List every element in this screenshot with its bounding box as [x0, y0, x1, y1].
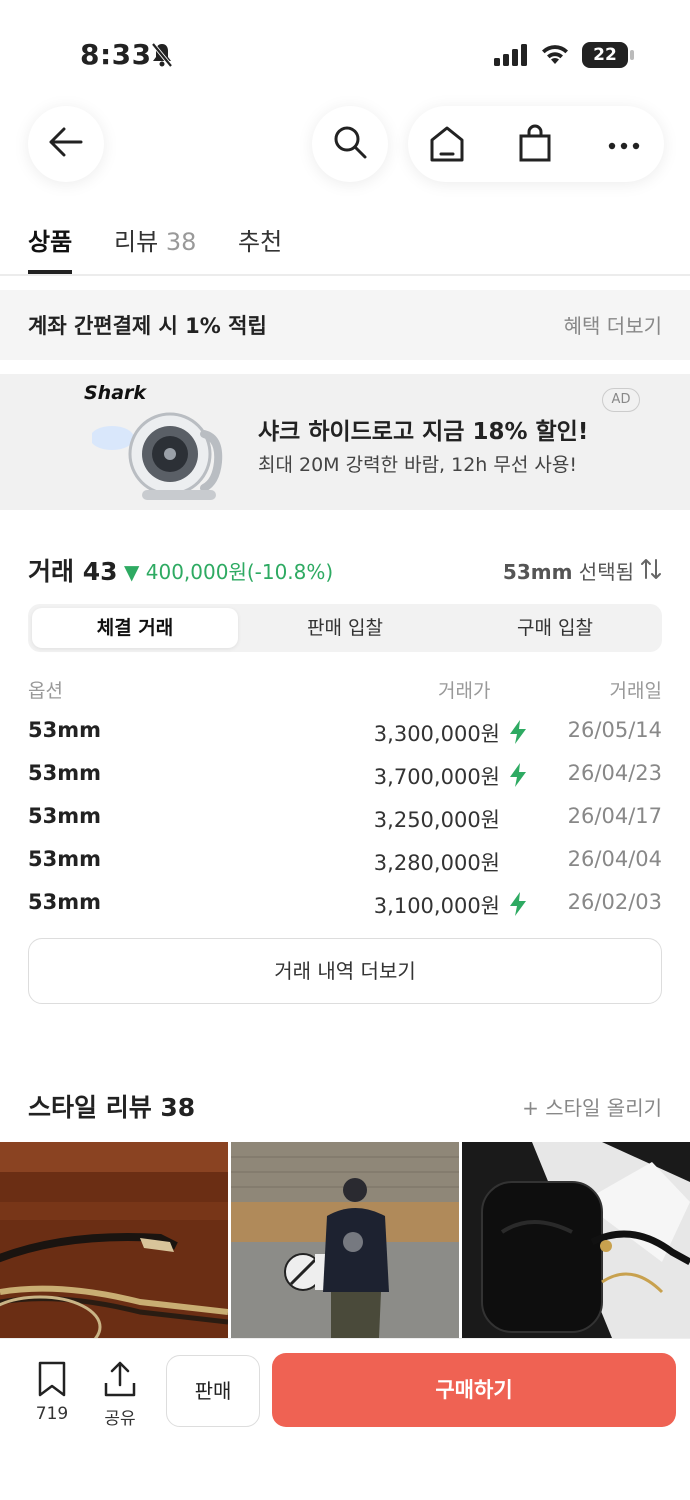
- more-options-icon[interactable]: [606, 136, 642, 155]
- share-icon: [103, 1361, 137, 1402]
- fan-product-image: [90, 396, 232, 510]
- back-button[interactable]: [28, 106, 104, 182]
- tab-review-count: 38: [165, 228, 197, 256]
- row-option: 53mm: [28, 761, 101, 785]
- buy-button[interactable]: 구매하기: [272, 1353, 676, 1427]
- row-price: 3,280,000원: [373, 851, 500, 875]
- style-review-title: 스타일 리뷰 38: [28, 1093, 196, 1122]
- sell-button[interactable]: 판매: [166, 1355, 260, 1427]
- active-tab-indicator: [28, 270, 72, 274]
- ad-headline: 샤크 하이드로고 지금 18% 할인!: [258, 419, 589, 445]
- row-price: 3,700,000원: [373, 765, 500, 789]
- table-row: 53mm 3,250,000원 26/04/17: [0, 804, 690, 844]
- ad-brand: Shark: [84, 382, 147, 404]
- benefit-more-link[interactable]: 혜택 더보기: [564, 310, 662, 339]
- column-price: 거래가: [438, 680, 491, 702]
- home-icon[interactable]: [428, 124, 466, 168]
- table-row: 53mm 3,700,000원 26/04/23: [0, 761, 690, 801]
- battery-indicator: 22: [582, 42, 628, 68]
- row-price: 3,100,000원: [373, 894, 500, 918]
- row-date: 26/04/23: [567, 761, 662, 785]
- ad-banner[interactable]: Shark 샤크 하이드로고 지금 18% 할인! 최대 20M 강력한 바람,…: [0, 374, 690, 510]
- quick-delivery-icon: [508, 763, 528, 792]
- bookmark-icon: [36, 1361, 68, 1402]
- tab-product-label: 상품: [28, 228, 73, 256]
- tab-product[interactable]: 상품: [28, 222, 72, 257]
- row-option: 53mm: [28, 804, 101, 828]
- status-time: 8:33: [80, 38, 152, 71]
- row-date: 26/05/14: [567, 718, 662, 742]
- row-date: 26/02/03: [567, 890, 662, 914]
- row-option: 53mm: [28, 847, 101, 871]
- quick-delivery-icon: [508, 892, 528, 921]
- style-review-photos: [0, 1142, 690, 1338]
- size-selector[interactable]: 53mm 선택됨: [503, 556, 634, 585]
- column-date: 거래일: [609, 680, 662, 702]
- price-change: ▼ 400,000원(-10.8%): [124, 560, 334, 584]
- trade-type-segment: 체결 거래 판매 입찰 구매 입찰: [28, 604, 662, 652]
- trade-header: 거래 43 ▼ 400,000원(-10.8%) 53mm 선택됨: [0, 550, 690, 590]
- row-date: 26/04/17: [567, 804, 662, 828]
- tab-review[interactable]: 리뷰 38: [114, 222, 196, 257]
- benefit-banner[interactable]: 계좌 간편결제 시 1% 적립 혜택 더보기: [0, 290, 690, 360]
- wifi-icon: [540, 42, 570, 70]
- top-action-group: [408, 106, 664, 182]
- style-photo-case[interactable]: [462, 1142, 690, 1338]
- tab-recommend[interactable]: 추천: [238, 222, 282, 257]
- tab-review-label: 리뷰: [114, 228, 159, 256]
- segment-sell-bids[interactable]: 판매 입찰: [242, 608, 448, 648]
- table-row: 53mm 3,100,000원 26/02/03: [0, 890, 690, 930]
- bell-muted-icon: [150, 42, 174, 72]
- trade-title: 거래 43: [28, 557, 118, 586]
- share-button[interactable]: 공유: [92, 1361, 148, 1429]
- style-photo-eyeglasses[interactable]: [0, 1142, 228, 1338]
- search-button[interactable]: [312, 106, 388, 182]
- shopping-bag-icon[interactable]: [516, 124, 554, 168]
- search-icon: [332, 124, 368, 164]
- row-option: 53mm: [28, 718, 101, 742]
- tab-recommend-label: 추천: [238, 228, 283, 256]
- bottom-action-bar: 719 공유 판매 구매하기: [0, 1338, 690, 1500]
- bookmark-count: 719: [35, 1404, 69, 1424]
- column-option: 옵션: [28, 680, 63, 702]
- bookmark-button[interactable]: 719: [24, 1361, 80, 1424]
- style-upload-link[interactable]: + 스타일 올리기: [522, 1092, 662, 1121]
- row-date: 26/04/04: [567, 847, 662, 871]
- selected-label: 선택됨: [572, 560, 634, 584]
- segment-concluded[interactable]: 체결 거래: [32, 608, 238, 648]
- table-row: 53mm 3,300,000원 26/05/14: [0, 718, 690, 758]
- table-row: 53mm 3,280,000원 26/04/04: [0, 847, 690, 887]
- row-price: 3,300,000원: [373, 722, 500, 746]
- sort-arrows-icon[interactable]: [640, 556, 662, 586]
- benefit-label: 계좌 간편결제 시 1% 적립: [28, 314, 267, 338]
- row-option: 53mm: [28, 890, 101, 914]
- arrow-left-icon: [48, 126, 84, 162]
- row-price: 3,250,000원: [373, 808, 500, 832]
- style-photo-person[interactable]: [231, 1142, 459, 1338]
- product-tabs: 상품 리뷰 38 추천: [0, 206, 690, 276]
- segment-buy-bids[interactable]: 구매 입찰: [452, 608, 658, 648]
- cellular-signal-icon: [494, 44, 528, 70]
- quick-delivery-icon: [508, 720, 528, 749]
- status-bar: 8:33 22: [0, 0, 690, 100]
- trade-history-more-button[interactable]: 거래 내역 더보기: [28, 938, 662, 1004]
- ad-subtext: 최대 20M 강력한 바람, 12h 무선 사용!: [258, 454, 577, 476]
- ad-badge: AD: [602, 388, 640, 412]
- battery-cap: [630, 50, 634, 60]
- selected-size: 53mm: [502, 560, 573, 584]
- share-label: 공유: [104, 1409, 136, 1429]
